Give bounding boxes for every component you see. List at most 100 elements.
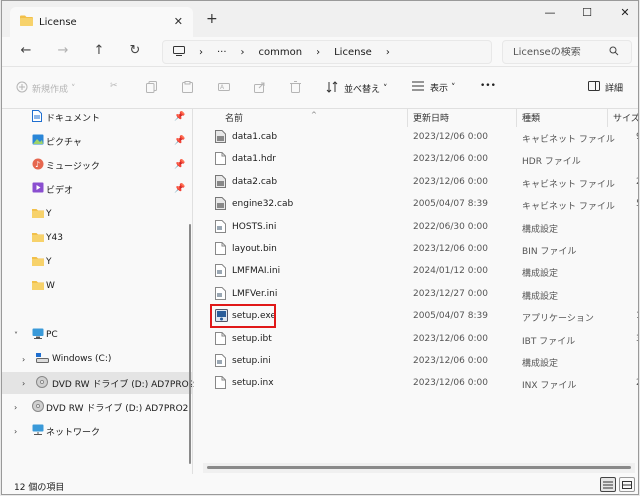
file-type: INX ファイル — [522, 381, 577, 392]
new-tab-icon[interactable]: + — [206, 11, 218, 27]
paste-icon[interactable] — [182, 81, 193, 93]
nav-item-folder-y43[interactable]: Y43 — [2, 227, 192, 249]
details-pane-icon — [588, 81, 600, 94]
pin-icon: 📌 — [174, 112, 186, 122]
file-row[interactable]: HOSTS.ini 2022/06/30 0:00 構成設定 — [207, 217, 638, 239]
column-divider[interactable] — [607, 109, 608, 127]
nav-item-folder-y[interactable]: Y — [2, 203, 192, 225]
cab-icon — [215, 197, 226, 213]
nav-item-label: ミュージック — [46, 161, 100, 172]
nav-item-label: PC — [46, 330, 58, 340]
nav-item-pictures[interactable]: ピクチャ 📌 — [2, 130, 192, 152]
file-row[interactable]: data1.hdr 2023/12/06 0:00 HDR ファイル — [207, 149, 638, 171]
nav-item-label: DVD RW ドライブ (D:) AD7PRO2 — [52, 379, 195, 390]
breadcrumb-license[interactable]: License — [334, 47, 372, 58]
file-row[interactable]: data2.cab 2023/12/06 0:00 キャビネット ファイル 29,2 — [207, 172, 638, 194]
nav-item-windows-drive[interactable]: › Windows (C:) — [2, 348, 192, 370]
forward-arrow-icon[interactable]: → — [53, 43, 73, 58]
tiles-view-icon[interactable] — [619, 477, 635, 492]
dvd-icon — [36, 375, 48, 391]
column-header-type[interactable]: 種類 — [522, 111, 540, 124]
copy-icon[interactable] — [146, 81, 157, 93]
details-view-icon[interactable] — [600, 477, 616, 492]
nav-item-dvd-drive[interactable]: › DVD RW ドライブ (D:) AD7PRO2 — [2, 372, 195, 394]
share-icon[interactable] — [254, 81, 266, 93]
file-name: setup.ini — [232, 356, 271, 366]
file-row[interactable]: LMFMAI.ini 2024/01/12 0:00 構成設定 — [207, 261, 638, 283]
details-pane-button[interactable]: 詳細 — [588, 81, 623, 94]
file-row[interactable]: data1.cab 2023/12/06 0:00 キャビネット ファイル 9 — [207, 127, 638, 149]
new-button[interactable]: 新規作成 ˅ — [16, 81, 76, 96]
view-button[interactable]: 表示 ˅ — [412, 81, 456, 94]
close-tab-icon[interactable]: ✕ — [174, 15, 183, 28]
tab-license[interactable]: License ✕ — [10, 7, 193, 37]
nav-item-folder-w[interactable]: W — [2, 275, 192, 297]
network-icon — [32, 424, 44, 438]
cut-icon[interactable]: ✂ — [110, 81, 118, 91]
file-row[interactable]: setup.inx 2023/12/06 0:00 INX ファイル 2 — [207, 373, 638, 395]
horizontal-scrollbar[interactable] — [203, 463, 635, 473]
tab-title: License — [39, 16, 77, 28]
scrollbar-thumb[interactable] — [207, 466, 631, 469]
file-date: 2023/12/06 0:00 — [413, 154, 488, 165]
nav-item-dvd-drive-2[interactable]: › DVD RW ドライブ (D:) AD7PRO2 — [2, 396, 192, 418]
nav-item-documents[interactable]: ドキュメント 📌 — [2, 106, 192, 128]
nav-item-music[interactable]: ♪ ミュージック 📌 — [2, 154, 192, 176]
pane-divider[interactable] — [192, 109, 193, 474]
address-ellipsis[interactable]: ··· — [217, 47, 227, 58]
sort-icon — [326, 81, 338, 96]
sort-label: 並べ替え — [344, 85, 381, 95]
file-row[interactable]: setup.ibt 2023/12/06 0:00 IBT ファイル 3 — [207, 329, 638, 351]
file-icon — [215, 376, 226, 392]
maximize-icon[interactable]: ☐ — [577, 6, 597, 19]
up-arrow-icon[interactable]: ↑ — [89, 43, 109, 58]
nav-item-pc[interactable]: ˅ PC — [2, 324, 192, 346]
back-arrow-icon[interactable]: ← — [16, 43, 36, 58]
nav-item-videos[interactable]: ビデオ 📌 — [2, 178, 192, 200]
file-type: キャビネット ファイル — [522, 202, 615, 213]
rename-icon[interactable]: A — [218, 81, 230, 93]
highlight-box — [210, 304, 276, 328]
file-name: data1.hdr — [232, 154, 276, 165]
status-bar: 12 個の項目 — [2, 474, 638, 494]
close-window-icon[interactable]: ✕ — [615, 6, 635, 19]
minimize-icon[interactable]: — — [540, 6, 560, 19]
column-header-size[interactable]: サイズ — [613, 111, 638, 124]
file-date: 2023/12/06 0:00 — [413, 132, 488, 142]
file-row[interactable]: engine32.cab 2005/04/07 8:39 キャビネット ファイル 5 — [207, 194, 638, 216]
file-size: 2 — [636, 378, 638, 388]
cab-icon — [215, 174, 226, 191]
chevron-down-icon: ˅ — [14, 330, 18, 340]
file-size: 3 — [636, 334, 638, 344]
breadcrumb-common[interactable]: common — [259, 47, 303, 58]
folder-icon — [20, 15, 33, 29]
search-box[interactable] — [502, 40, 632, 64]
more-options-button[interactable]: ••• — [480, 81, 496, 91]
address-bar[interactable]: › ··· › common › License › — [162, 40, 492, 64]
details-label: 詳細 — [605, 84, 624, 94]
file-icon — [215, 152, 226, 168]
nav-item-label: Y43 — [46, 233, 63, 243]
column-header-date[interactable]: 更新日時 — [413, 111, 449, 124]
sort-button[interactable]: 並べ替え ˅ — [326, 81, 388, 96]
search-input[interactable] — [513, 46, 609, 58]
file-type: キャビネット ファイル — [522, 135, 615, 145]
column-divider[interactable] — [407, 109, 408, 127]
nav-item-folder-y2[interactable]: Y — [2, 251, 192, 273]
file-row[interactable]: LMFVer.ini 2023/12/27 0:00 構成設定 — [207, 284, 638, 306]
file-row[interactable]: layout.bin 2023/12/06 0:00 BIN ファイル — [207, 239, 638, 261]
file-type: 構成設定 — [522, 224, 559, 235]
delete-icon[interactable] — [290, 81, 301, 93]
column-divider[interactable] — [516, 109, 517, 127]
column-header-name[interactable]: 名前 — [225, 111, 243, 124]
nav-item-label: DVD RW ドライブ (D:) AD7PRO2 — [46, 403, 189, 414]
file-type: IBT ファイル — [522, 336, 576, 347]
column-header-row: ^ 名前 更新日時 種類 サイズ — [207, 109, 638, 127]
nav-item-network[interactable]: › ネットワーク — [2, 420, 192, 442]
nav-scrollbar[interactable] — [189, 224, 191, 464]
chevron-right-icon: › — [14, 426, 18, 436]
ini-icon — [215, 286, 226, 303]
file-row[interactable]: setup.ini 2023/12/06 0:00 構成設定 — [207, 351, 638, 373]
refresh-icon[interactable]: ↻ — [125, 43, 145, 58]
ini-icon — [215, 219, 226, 236]
